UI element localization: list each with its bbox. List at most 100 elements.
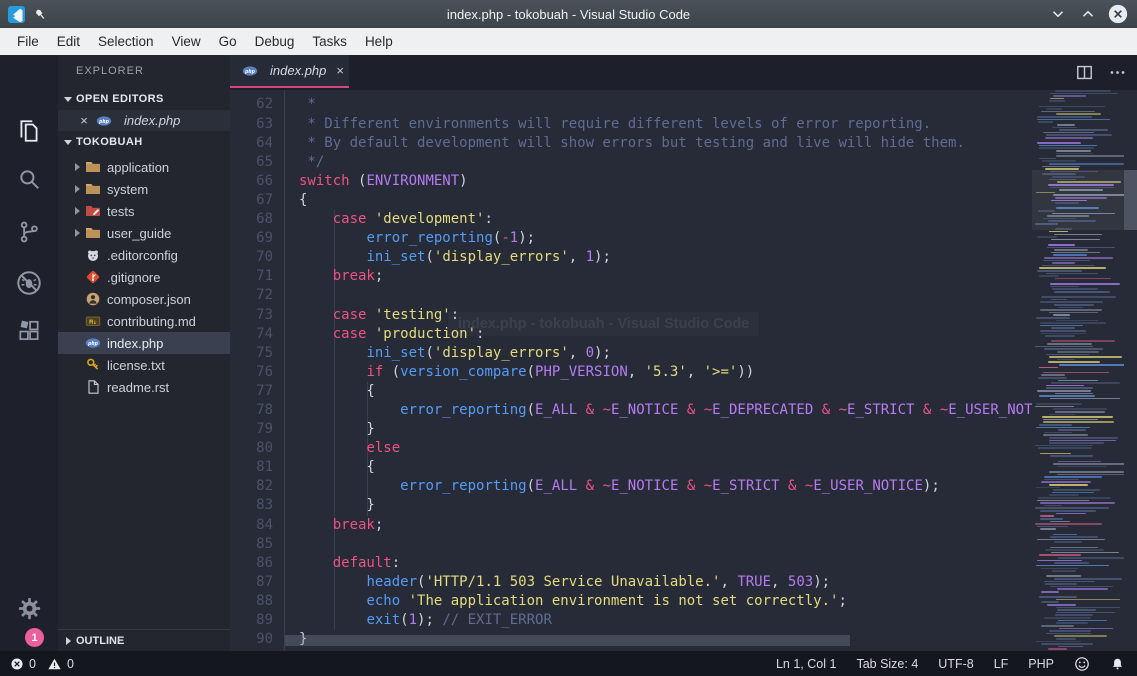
minimap-line [1037, 390, 1091, 392]
minimap-line [1041, 333, 1086, 335]
menu-item-tasks[interactable]: Tasks [303, 28, 356, 55]
code-text: exit(1); // EXIT_ERROR [299, 611, 552, 630]
tree-item-application[interactable]: application [58, 156, 230, 178]
close-button[interactable] [1107, 3, 1129, 25]
code-line-88[interactable]: 88 echo 'The application environment is … [230, 592, 1032, 611]
code-text: ini_set('display_errors', 1); [299, 248, 611, 267]
status-item-tab-size-4[interactable]: Tab Size: 4 [856, 657, 918, 671]
horizontal-scrollbar[interactable] [285, 635, 850, 646]
tree-item-readme-rst[interactable]: readme.rst [58, 376, 230, 398]
code-line-80[interactable]: 80 else [230, 439, 1032, 458]
code-line-87[interactable]: 87 header('HTTP/1.1 503 Service Unavaila… [230, 573, 1032, 592]
code-line-62[interactable]: 62 * [230, 95, 1032, 114]
status-item-php[interactable]: PHP [1028, 657, 1054, 671]
tab-index-php[interactable]: php index.php × [230, 55, 349, 88]
code-line-77[interactable]: 77 { [230, 382, 1032, 401]
code-line-63[interactable]: 63 * Different environments will require… [230, 115, 1032, 134]
code-line-64[interactable]: 64 * By default development will show er… [230, 134, 1032, 153]
minimap-line [1042, 160, 1077, 162]
code-line-83[interactable]: 83 } [230, 496, 1032, 515]
debug-icon[interactable] [0, 263, 58, 303]
minimap-line [1043, 132, 1094, 134]
code-line-89[interactable]: 89 exit(1); // EXIT_ERROR [230, 611, 1032, 630]
minimap-line [1057, 588, 1108, 590]
code-line-85[interactable]: 85 [230, 535, 1032, 554]
code-line-67[interactable]: 67{ [230, 191, 1032, 210]
tab-close-icon[interactable]: × [336, 63, 344, 78]
menu-item-debug[interactable]: Debug [246, 28, 304, 55]
status-item-ln-1-col-1[interactable]: Ln 1, Col 1 [776, 657, 836, 671]
feedback-smiley-icon[interactable] [1074, 656, 1090, 672]
more-actions-icon[interactable] [1108, 63, 1127, 82]
warnings-icon[interactable] [47, 657, 62, 671]
menu-item-selection[interactable]: Selection [89, 28, 163, 55]
code-line-72[interactable]: 72 [230, 286, 1032, 305]
menu-item-view[interactable]: View [163, 28, 210, 55]
tree-item-user-guide[interactable]: user_guide [58, 222, 230, 244]
status-item-utf-8[interactable]: UTF-8 [938, 657, 973, 671]
open-editors-header[interactable]: OPEN EDITORS [58, 88, 230, 110]
minimap-line [1044, 476, 1102, 478]
code-line-69[interactable]: 69 error_reporting(-1); [230, 229, 1032, 248]
code-line-78[interactable]: 78 error_reporting(E_ALL & ~E_NOTICE & ~… [230, 401, 1032, 420]
code-line-73[interactable]: 73 case 'testing': [230, 306, 1032, 325]
tree-item-system[interactable]: system [58, 178, 230, 200]
minimap-line [1041, 591, 1059, 593]
open-editor-item[interactable]: ×phpindex.php [58, 110, 230, 131]
code-line-71[interactable]: 71 break; [230, 267, 1032, 286]
pin-icon[interactable] [33, 7, 48, 22]
vertical-scrollbar[interactable] [1124, 170, 1137, 230]
tree-item-gitignore[interactable]: .gitignore [58, 266, 230, 288]
file-icon [85, 379, 101, 395]
tree-item-tests[interactable]: tests [58, 200, 230, 222]
code-line-86[interactable]: 86 default: [230, 554, 1032, 573]
code-line-66[interactable]: 66switch (ENVIRONMENT) [230, 172, 1032, 191]
settings-gear-icon[interactable] [0, 588, 58, 628]
code-line-75[interactable]: 75 ini_set('display_errors', 0); [230, 344, 1032, 363]
tree-item-contributing-md[interactable]: M↓contributing.md [58, 310, 230, 332]
project-header[interactable]: TOKOBUAH [58, 131, 230, 153]
minimap-viewport[interactable] [1032, 170, 1124, 230]
minimize-button[interactable] [1047, 3, 1069, 25]
minimap-line [1047, 247, 1114, 249]
minimap-line [1056, 113, 1101, 115]
close-icon[interactable]: × [78, 113, 90, 128]
tree-item-editorconfig[interactable]: .editorconfig [58, 244, 230, 266]
menu-item-edit[interactable]: Edit [48, 28, 89, 55]
code-line-82[interactable]: 82 error_reporting(E_ALL & ~E_NOTICE & ~… [230, 477, 1032, 496]
settings-badge[interactable]: 1 [25, 628, 44, 647]
maximize-button[interactable] [1077, 3, 1099, 25]
code-text: break; [299, 267, 383, 286]
code-line-74[interactable]: 74 case 'production': [230, 325, 1032, 344]
minimap-line [1054, 249, 1087, 251]
code-line-79[interactable]: 79 } [230, 420, 1032, 439]
extensions-icon[interactable] [0, 311, 58, 351]
tree-item-index-php[interactable]: phpindex.php [58, 332, 230, 354]
errors-icon[interactable] [10, 657, 24, 671]
code-line-81[interactable]: 81 { [230, 458, 1032, 477]
menu-item-file[interactable]: File [8, 28, 48, 55]
code-area[interactable]: 61 *62 *63 * Different environments will… [230, 76, 1032, 649]
tree-item-composer-json[interactable]: composer.json [58, 288, 230, 310]
code-line-76[interactable]: 76 if (version_compare(PHP_VERSION, '5.3… [230, 363, 1032, 382]
status-item-lf[interactable]: LF [994, 657, 1009, 671]
tree-item-license-txt[interactable]: license.txt [58, 354, 230, 376]
errors-count[interactable]: 0 [29, 657, 36, 671]
warnings-count[interactable]: 0 [67, 657, 74, 671]
search-icon[interactable] [0, 159, 58, 199]
minimap-line [1037, 142, 1080, 144]
split-editor-icon[interactable] [1075, 63, 1094, 82]
source-control-icon[interactable] [0, 212, 58, 252]
code-line-70[interactable]: 70 ini_set('display_errors', 1); [230, 248, 1032, 267]
code-line-68[interactable]: 68 case 'development': [230, 210, 1032, 229]
titlebar: index.php - tokobuah - Visual Studio Cod… [0, 0, 1137, 28]
explorer-icon[interactable] [0, 111, 58, 151]
menu-item-help[interactable]: Help [356, 28, 402, 55]
code-line-65[interactable]: 65 */ [230, 153, 1032, 172]
minimap-line [1040, 515, 1054, 517]
outline-section[interactable]: OUTLINE [58, 629, 230, 651]
minimap-line [1054, 304, 1095, 306]
notifications-bell-icon[interactable] [1110, 656, 1125, 672]
menu-item-go[interactable]: Go [210, 28, 246, 55]
code-line-84[interactable]: 84 break; [230, 516, 1032, 535]
